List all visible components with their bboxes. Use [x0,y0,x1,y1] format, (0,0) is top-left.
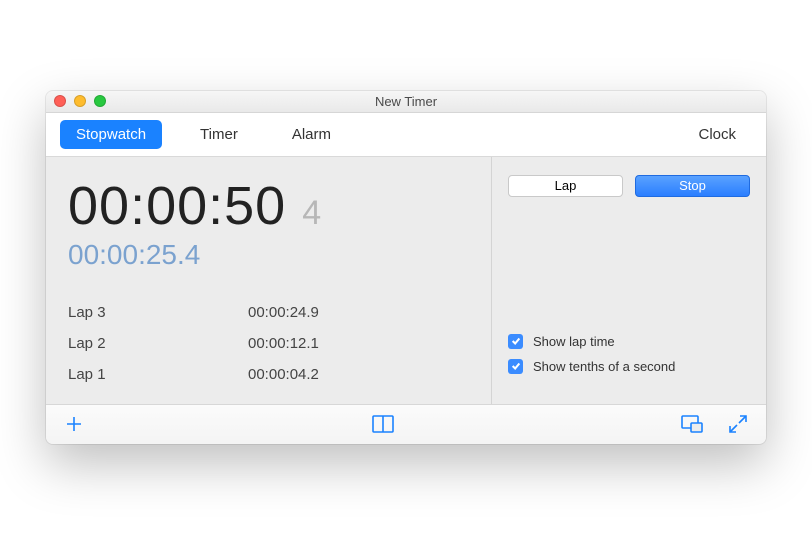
book-icon [372,415,394,433]
checkbox-checked-icon[interactable] [508,334,523,349]
option-show-lap-time[interactable]: Show lap time [508,334,750,349]
lap-time: 00:00:24.9 [248,304,319,321]
lap-row: Lap 1 00:00:04.2 [68,359,469,390]
elapsed-time: 00:00:50 [68,175,286,237]
current-lap-time: 00:00:25.4 [68,239,469,271]
option-show-tenths[interactable]: Show tenths of a second [508,359,750,374]
window-title: New Timer [46,94,766,109]
stop-button[interactable]: Stop [635,175,750,197]
lap-row: Lap 3 00:00:24.9 [68,297,469,328]
tab-clock[interactable]: Clock [682,120,752,149]
tab-timer[interactable]: Timer [184,120,254,149]
tab-alarm[interactable]: Alarm [276,120,347,149]
lap-list: Lap 3 00:00:24.9 Lap 2 00:00:12.1 Lap 1 … [68,297,469,390]
option-label: Show tenths of a second [533,359,675,374]
bottom-toolbar [46,404,766,444]
traffic-lights [54,95,106,107]
layout-button[interactable] [369,410,397,438]
lap-label: Lap 1 [68,366,248,383]
tab-stopwatch[interactable]: Stopwatch [60,120,162,149]
close-button[interactable] [54,95,66,107]
checkbox-checked-icon[interactable] [508,359,523,374]
elapsed-tenths: 4 [302,194,321,233]
lap-label: Lap 2 [68,335,248,352]
plus-icon [64,414,84,434]
app-window: New Timer Stopwatch Timer Alarm Clock 00… [46,91,766,444]
lap-time: 00:00:12.1 [248,335,319,352]
lap-label: Lap 3 [68,304,248,321]
button-row: Lap Stop [508,175,750,197]
option-label: Show lap time [533,334,615,349]
lap-time: 00:00:04.2 [248,366,319,383]
rectangle-overlay-icon [681,415,703,433]
left-panel: 00:00:50 4 00:00:25.4 Lap 3 00:00:24.9 L… [46,157,491,404]
maximize-button[interactable] [94,95,106,107]
right-panel: Lap Stop Show lap time Show tenths of a … [491,157,766,404]
content-area: 00:00:50 4 00:00:25.4 Lap 3 00:00:24.9 L… [46,157,766,404]
lap-button[interactable]: Lap [508,175,623,197]
pip-button[interactable] [678,410,706,438]
fullscreen-button[interactable] [724,410,752,438]
options: Show lap time Show tenths of a second [508,304,750,390]
main-time-row: 00:00:50 4 [68,175,469,237]
tab-bar: Stopwatch Timer Alarm Clock [46,113,766,157]
add-button[interactable] [60,410,88,438]
titlebar: New Timer [46,91,766,113]
lap-row: Lap 2 00:00:12.1 [68,328,469,359]
minimize-button[interactable] [74,95,86,107]
expand-icon [728,414,748,434]
